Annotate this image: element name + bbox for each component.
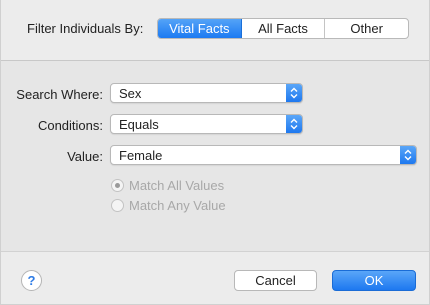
value-select-value: Female (119, 147, 163, 163)
criteria-panel: Search Where: Sex Conditions: Equals Val… (1, 61, 429, 252)
value-select[interactable]: Female (110, 145, 417, 165)
segment-other[interactable]: Other (325, 19, 408, 38)
conditions-label: Conditions: (37, 118, 103, 133)
conditions-select[interactable]: Equals (110, 114, 303, 134)
search-where-select[interactable]: Sex (110, 83, 303, 103)
match-any-radio[interactable]: Match Any Value (111, 198, 226, 213)
filter-dialog: Filter Individuals By: Vital Facts All F… (0, 0, 430, 305)
radio-button-icon (111, 199, 124, 212)
value-label: Value: (67, 149, 103, 164)
ok-button[interactable]: OK (332, 270, 416, 291)
conditions-value: Equals (119, 116, 159, 132)
up-down-chevron-icon (400, 146, 416, 164)
filter-label: Filter Individuals By: (27, 21, 144, 36)
up-down-chevron-icon (286, 115, 302, 133)
cancel-button[interactable]: Cancel (234, 270, 317, 291)
filter-segmented-control: Vital Facts All Facts Other (157, 18, 409, 39)
segment-vital-facts[interactable]: Vital Facts (158, 19, 242, 38)
filter-bar: Filter Individuals By: Vital Facts All F… (1, 0, 429, 61)
match-all-label: Match All Values (129, 178, 225, 193)
up-down-chevron-icon (286, 84, 302, 102)
match-any-label: Match Any Value (129, 198, 226, 213)
segment-all-facts[interactable]: All Facts (242, 19, 326, 38)
question-mark-icon: ? (27, 273, 36, 288)
search-where-label: Search Where: (16, 87, 103, 102)
radio-button-icon (111, 179, 124, 192)
help-button[interactable]: ? (21, 270, 42, 291)
search-where-value: Sex (119, 85, 142, 101)
match-all-radio[interactable]: Match All Values (111, 178, 224, 193)
